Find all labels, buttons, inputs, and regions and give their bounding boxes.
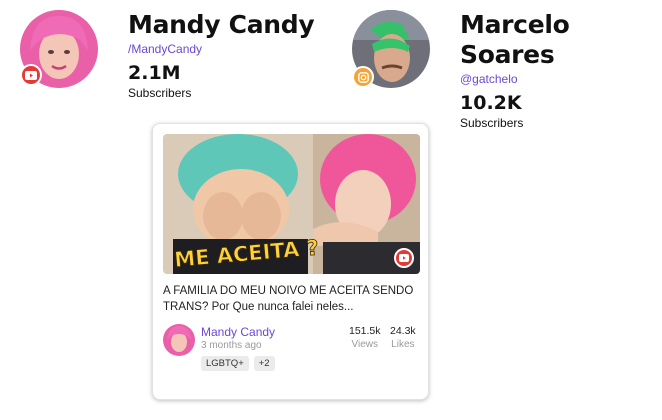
video-creator-name[interactable]: Mandy Candy — [201, 325, 275, 339]
subscriber-label: Subscribers — [128, 86, 192, 100]
creator-avatar-wrap — [352, 10, 430, 88]
youtube-icon — [20, 64, 42, 86]
tag[interactable]: LGBTQ+ — [201, 356, 249, 371]
video-card[interactable]: ME ACEITA ? A FAMILIA DO MEU NOIVO ME AC… — [152, 123, 429, 400]
creator-avatar-wrap — [20, 10, 98, 88]
avatar[interactable] — [163, 324, 195, 356]
instagram-icon — [352, 66, 374, 88]
youtube-icon — [394, 248, 414, 268]
views-stat: 151.5k Views — [349, 325, 381, 350]
views-value: 151.5k — [349, 325, 381, 337]
creator-name[interactable]: Marcelo Soares — [460, 10, 662, 70]
creator-marcelo-soares[interactable]: Marcelo Soares @gatchelo 10.2K Subscribe… — [352, 10, 662, 130]
creator-info: Marcelo Soares @gatchelo 10.2K Subscribe… — [460, 10, 662, 130]
subscriber-label: Subscribers — [460, 116, 524, 130]
tag-more[interactable]: +2 — [253, 356, 275, 371]
creator-handle[interactable]: /MandyCandy — [128, 42, 314, 56]
tag-list: LGBTQ+ +2 — [201, 356, 275, 371]
subscriber-count: 2.1M — [128, 62, 181, 84]
subscriber-count: 10.2K — [460, 92, 522, 114]
likes-label: Likes — [391, 339, 415, 350]
creator-mandy-candy[interactable]: Mandy Candy /MandyCandy 2.1M Subscribers — [20, 10, 315, 100]
likes-stat: 24.3k Likes — [390, 325, 416, 350]
views-label: Views — [351, 339, 379, 350]
creator-info: Mandy Candy /MandyCandy 2.1M Subscribers — [128, 10, 315, 100]
creator-handle[interactable]: @gatchelo — [460, 72, 662, 86]
creator-name[interactable]: Mandy Candy — [128, 10, 315, 40]
video-title[interactable]: A FAMILIA DO MEU NOIVO ME ACEITA SENDO T… — [163, 283, 420, 315]
likes-value: 24.3k — [390, 325, 416, 337]
video-time: 3 months ago — [201, 340, 262, 351]
video-thumbnail[interactable]: ME ACEITA ? — [163, 134, 420, 274]
